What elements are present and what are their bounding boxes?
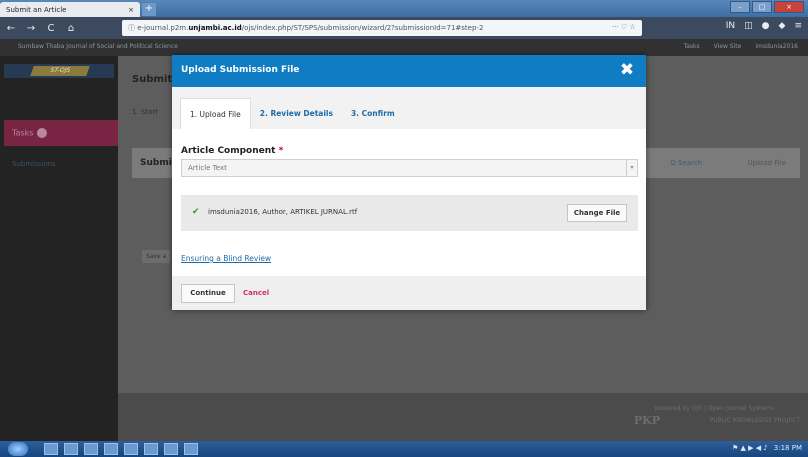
forward-icon[interactable]: → xyxy=(24,23,38,34)
blind-review-link[interactable]: Ensuring a Blind Review xyxy=(181,254,271,263)
modal-footer: Continue Cancel xyxy=(172,276,646,310)
checkmark-icon: ✔ xyxy=(192,207,200,217)
close-icon[interactable]: ✖ xyxy=(618,60,636,80)
article-component-select[interactable]: Article Text ▾ xyxy=(181,159,638,177)
os-taskbar: ⚑ ▲ ▶ ◀ ♪ 3:18 PM xyxy=(0,441,808,457)
tab-upload-file[interactable]: 1. Upload File xyxy=(180,98,251,129)
start-button[interactable] xyxy=(8,442,28,456)
article-component-value: Article Text xyxy=(188,164,227,172)
topbar-tasks[interactable]: Tasks xyxy=(684,43,700,50)
taskbar-app-ie-icon[interactable] xyxy=(44,443,58,455)
taskbar-app-chrome-icon[interactable] xyxy=(104,443,118,455)
modal-tabs: 1. Upload File 2. Review Details 3. Conf… xyxy=(180,98,404,129)
maximize-button[interactable]: □ xyxy=(752,1,772,13)
page-actions-icon[interactable]: ··· ♡ ☆ xyxy=(612,23,636,31)
sidebar-icon[interactable]: ◫ xyxy=(744,21,753,31)
sidebar-item-submissions[interactable]: Submissions xyxy=(12,160,56,168)
tray-icons[interactable]: ⚑ ▲ ▶ ◀ ♪ xyxy=(732,444,768,452)
taskbar-app-media-icon[interactable] xyxy=(84,443,98,455)
upload-file-link[interactable]: Upload File xyxy=(748,159,786,167)
tab-title: Submit an Article xyxy=(6,5,67,14)
taskbar-apps xyxy=(44,443,198,455)
brand-logo[interactable]: ST-OJS xyxy=(30,66,90,76)
pkp-logo: PKP xyxy=(633,414,660,427)
browser-titlebar: Submit an Article × + – □ × xyxy=(0,0,808,17)
footer-powered-by: powered by OJS | Open Journal Systems xyxy=(654,405,774,412)
page-footer: powered by OJS | Open Journal Systems PK… xyxy=(118,393,808,441)
window-close-button[interactable]: × xyxy=(774,1,804,13)
sidebar-item-tasks[interactable]: Tasks xyxy=(4,120,118,146)
upload-file-modal: Upload Submission File ✖ 1. Upload File … xyxy=(172,55,646,310)
card-title: Submi xyxy=(140,158,172,168)
modal-tabs-bar: 1. Upload File 2. Review Details 3. Conf… xyxy=(172,87,646,129)
search-link[interactable]: Q Search xyxy=(670,159,702,167)
extension-icon[interactable]: ● xyxy=(762,21,770,31)
wizard-step[interactable]: 1. Start xyxy=(132,108,158,116)
modal-title: Upload Submission File xyxy=(181,65,300,75)
modal-header: Upload Submission File ✖ xyxy=(172,55,646,87)
tab-confirm[interactable]: 3. Confirm xyxy=(342,98,404,129)
article-component-text: Article Component xyxy=(181,146,276,156)
back-icon[interactable]: ← xyxy=(4,23,18,34)
address-bar[interactable]: ⓘ e-journal.p2m.unjambi.ac.id/ojs/index.… xyxy=(122,20,642,36)
cancel-button[interactable]: Cancel xyxy=(243,289,269,297)
url-host: unjambi.ac.id xyxy=(188,24,242,32)
sidebar: ST-OJS Tasks Submissions xyxy=(0,56,118,441)
footer-pkp-name: PUBLIC KNOWLEDGE PROJECT xyxy=(709,417,800,424)
article-component-label: Article Component * xyxy=(181,146,283,156)
taskbar-app-word-icon[interactable] xyxy=(164,443,178,455)
taskbar-app-window-icon[interactable] xyxy=(144,443,158,455)
brand: ST-OJS xyxy=(4,64,114,78)
tasks-count-badge xyxy=(37,128,48,138)
journal-name[interactable]: Sumbaw Thaba Journal of Social and Polit… xyxy=(18,43,178,50)
taskbar-app-explorer-icon[interactable] xyxy=(64,443,78,455)
menu-icon[interactable]: ≡ xyxy=(794,21,802,31)
url-path: /ojs/index.php/ST/SPS/submission/wizard/… xyxy=(241,24,484,32)
addon-icon[interactable]: ◆ xyxy=(779,21,786,31)
window-controls: – □ × xyxy=(730,1,804,13)
save-button[interactable]: Save a xyxy=(142,250,171,263)
uploaded-file-row: ✔ imsdunia2016, Author, ARTIKEL JURNAL.r… xyxy=(181,195,638,231)
reload-icon[interactable]: C xyxy=(44,23,58,34)
tab-close-icon[interactable]: × xyxy=(128,6,134,14)
continue-button[interactable]: Continue xyxy=(181,284,235,303)
topbar-view-site[interactable]: View Site xyxy=(714,43,742,50)
library-icon[interactable]: IN xyxy=(726,21,735,31)
home-icon[interactable]: ⌂ xyxy=(64,23,78,34)
new-tab-button[interactable]: + xyxy=(142,3,156,16)
browser-tab[interactable]: Submit an Article × xyxy=(0,2,140,17)
required-mark: * xyxy=(278,146,284,156)
toolbar-icons: IN ◫ ● ◆ ≡ xyxy=(726,21,802,31)
chevron-down-icon[interactable]: ▾ xyxy=(626,160,637,176)
taskbar-app-firefox-icon[interactable] xyxy=(124,443,138,455)
taskbar-app-paint-icon[interactable] xyxy=(184,443,198,455)
minimize-button[interactable]: – xyxy=(730,1,750,13)
uploaded-file-name: imsdunia2016, Author, ARTIKEL JURNAL.rtf xyxy=(208,208,358,216)
page-topbar: Sumbaw Thaba Journal of Social and Polit… xyxy=(0,39,808,56)
topbar-user[interactable]: imsdunia2016 xyxy=(755,43,798,50)
tab-review-details[interactable]: 2. Review Details xyxy=(251,98,342,129)
clock[interactable]: 3:18 PM xyxy=(774,444,802,452)
url-prefix: ⓘ e-journal.p2m. xyxy=(128,24,189,32)
change-file-button[interactable]: Change File xyxy=(567,204,627,222)
tasks-label: Tasks xyxy=(12,128,34,138)
page-title: Submit xyxy=(132,74,173,85)
system-tray: ⚑ ▲ ▶ ◀ ♪ 3:18 PM xyxy=(732,444,802,452)
